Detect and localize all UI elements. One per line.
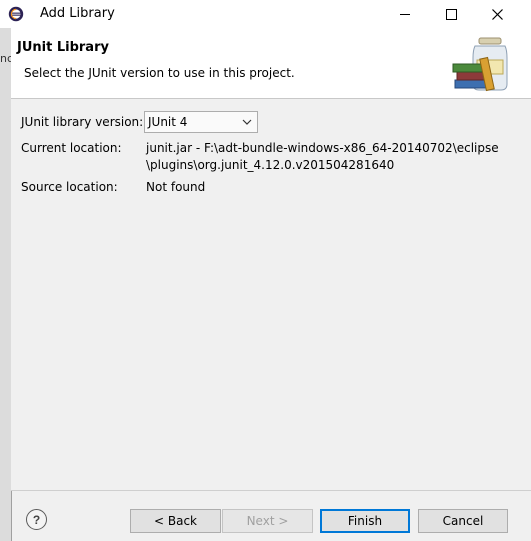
junit-version-value: JUnit 4 [148,115,188,129]
maximize-icon [445,8,457,20]
maximize-button[interactable] [428,0,474,28]
source-location-value: Not found [146,180,206,194]
minimize-button[interactable] [382,0,428,28]
source-location-label: Source location: [21,180,118,194]
cancel-button[interactable]: Cancel [418,509,508,533]
help-button[interactable]: ? [26,509,47,530]
back-button[interactable]: < Back [130,509,221,533]
current-location-value: junit.jar - F:\adt-bundle-windows-x86_64… [146,140,499,174]
header-banner: JUnit Library Select the JUnit version t… [11,28,531,99]
footer-separator [11,490,531,491]
version-label: JUnit library version: [21,115,144,129]
eclipse-icon [8,6,24,22]
dialog-body: JUnit library version: JUnit 4 Current l… [11,99,531,490]
next-button[interactable]: Next > [222,509,313,533]
junit-version-dropdown[interactable]: JUnit 4 [144,111,258,133]
background-window-text: nc [0,52,11,65]
window-title: Add Library [40,6,115,21]
current-location-line2: \plugins\org.junit_4.12.0.v201504281640 [146,158,395,172]
current-location-line1: junit.jar - F:\adt-bundle-windows-x86_64… [146,141,499,155]
chevron-down-icon [242,119,252,125]
current-location-label: Current location: [21,141,122,155]
help-icon: ? [32,512,41,527]
title-bar: Add Library [0,0,531,28]
library-jar-books-icon [452,37,508,92]
finish-button[interactable]: Finish [320,509,410,533]
close-icon [491,8,503,20]
page-title: JUnit Library [17,40,109,55]
page-description: Select the JUnit version to use in this … [24,66,295,80]
minimize-icon [400,14,410,15]
close-button[interactable] [474,0,520,28]
